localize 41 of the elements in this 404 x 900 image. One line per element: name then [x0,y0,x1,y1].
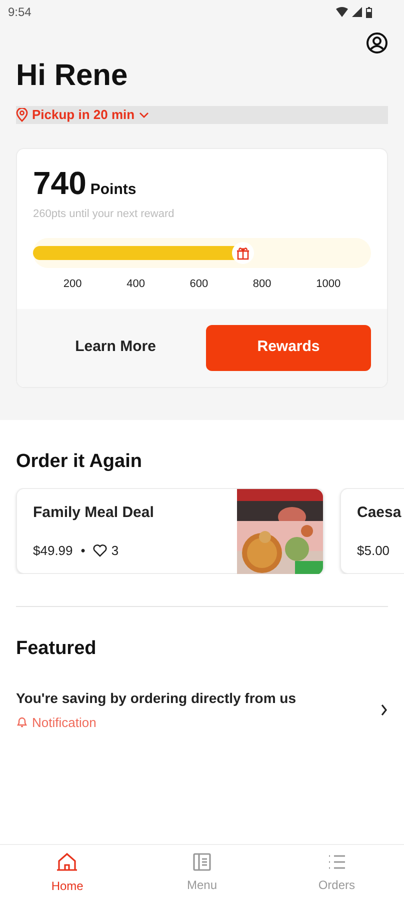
location-pin-icon [16,108,28,122]
profile-icon[interactable] [366,32,388,54]
progress-tick-label: 600 [190,277,208,292]
pickup-selector[interactable]: Pickup in 20 min [16,106,388,124]
greeting-title: Hi Rene [15,58,129,94]
points-value: 740 [33,165,86,201]
learn-more-button[interactable]: Learn More [33,324,198,370]
next-reward-text: 260pts until your next reward [33,206,176,222]
battery-icon [366,6,372,18]
progress-tick-label: 400 [126,277,145,292]
featured-item[interactable]: You're saving by ordering directly from us Notification [0,688,404,732]
chevron-down-icon [138,112,149,118]
nav-tab[interactable]: Menu [134,845,270,900]
item-name: Caesa [357,503,402,523]
featured-tag: Notification [32,712,96,732]
progress-tick-label: 1000 [316,277,341,292]
item-name: Family Meal Deal [33,503,155,523]
wifi-icon [336,7,348,17]
item-price: $5.00 [357,542,390,560]
chevron-right-icon [380,704,388,716]
rewards-button[interactable]: Rewards [206,324,371,370]
status-time: 9:54 [8,4,32,20]
section-title: Featured [15,637,98,661]
order-card[interactable]: Caesa $5.00 [340,488,404,574]
progress-tick-label: 800 [252,277,272,292]
heart-icon [93,544,108,557]
section-title: Order it Again [15,450,143,474]
nav-tab[interactable]: Orders [269,845,404,900]
book-icon [192,852,212,872]
progress-tick-label: 200 [63,277,82,292]
signal-icon [352,7,362,17]
home-icon [56,850,78,872]
gift-icon [232,242,254,264]
order-card[interactable]: Family Meal Deal $49.99 • 3 [16,488,324,574]
points-label: Points [90,180,136,200]
like-count: 3 [111,542,119,560]
featured-title: You're saving by ordering directly from us [16,688,298,708]
item-price: $49.99 [33,542,73,560]
bell-icon [16,716,28,728]
nav-tab[interactable]: Home [0,845,135,900]
separator-dot: • [80,542,86,560]
